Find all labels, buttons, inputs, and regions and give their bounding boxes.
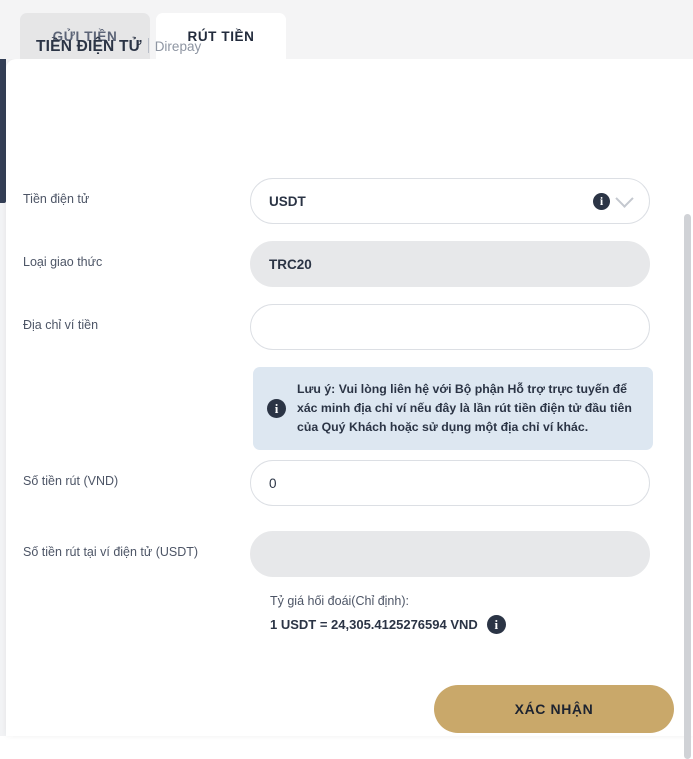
amount-vnd-value: 0 <box>269 475 277 491</box>
exchange-rate-label: Tỷ giá hối đoái(Chỉ định): <box>270 594 409 608</box>
currency-label: Tiền điện tử <box>23 192 90 206</box>
page-title: TIỀN ĐIỆN TỬ <box>36 38 142 55</box>
notice-info-icon: i <box>267 399 286 419</box>
exchange-rate-value: 1 USDT = 24,305.4125276594 VND <box>270 617 478 632</box>
notice-text: Lưu ý: Vui lòng liên hệ với Bộ phận Hỗ t… <box>297 382 632 435</box>
amount-crypto-field <box>250 531 650 577</box>
amount-vnd-label: Số tiền rút (VND) <box>23 474 119 488</box>
wallet-address-label: Địa chỉ ví tiền <box>23 318 99 332</box>
chevron-down-icon[interactable] <box>615 188 634 208</box>
confirm-button[interactable]: XÁC NHẬN <box>434 685 674 733</box>
wallet-verification-notice: i Lưu ý: Vui lòng liên hệ với Bộ phận Hỗ… <box>253 367 653 451</box>
scrollbar-track[interactable] <box>682 59 693 759</box>
currency-select[interactable]: USDT i <box>250 178 650 224</box>
provider-name: Direpay <box>154 39 202 54</box>
currency-value: USDT <box>269 193 306 209</box>
wallet-address-field[interactable] <box>250 304 650 350</box>
protocol-value: TRC20 <box>269 256 312 272</box>
protocol-field: TRC20 <box>250 241 650 287</box>
amount-vnd-input[interactable]: 0 <box>250 460 650 506</box>
scrollbar-thumb[interactable] <box>684 214 691 759</box>
exchange-rate-info-icon[interactable]: i <box>486 615 506 634</box>
info-icon[interactable]: i <box>593 192 610 210</box>
panel-header: TIỀN ĐIỆN TỬ Direpay <box>36 36 201 56</box>
exchange-rate-block: Tỷ giá hối đoái(Chỉ định): 1 USDT = 24,3… <box>270 594 506 634</box>
amount-crypto-label: Số tiền rút tại ví điện tử (USDT) <box>23 545 199 559</box>
currency-pill-icons: i <box>593 188 634 210</box>
protocol-label: Loại giao thức <box>23 255 103 269</box>
exchange-rate-row: 1 USDT = 24,305.4125276594 VND i <box>270 615 506 634</box>
title-separator <box>147 38 149 53</box>
